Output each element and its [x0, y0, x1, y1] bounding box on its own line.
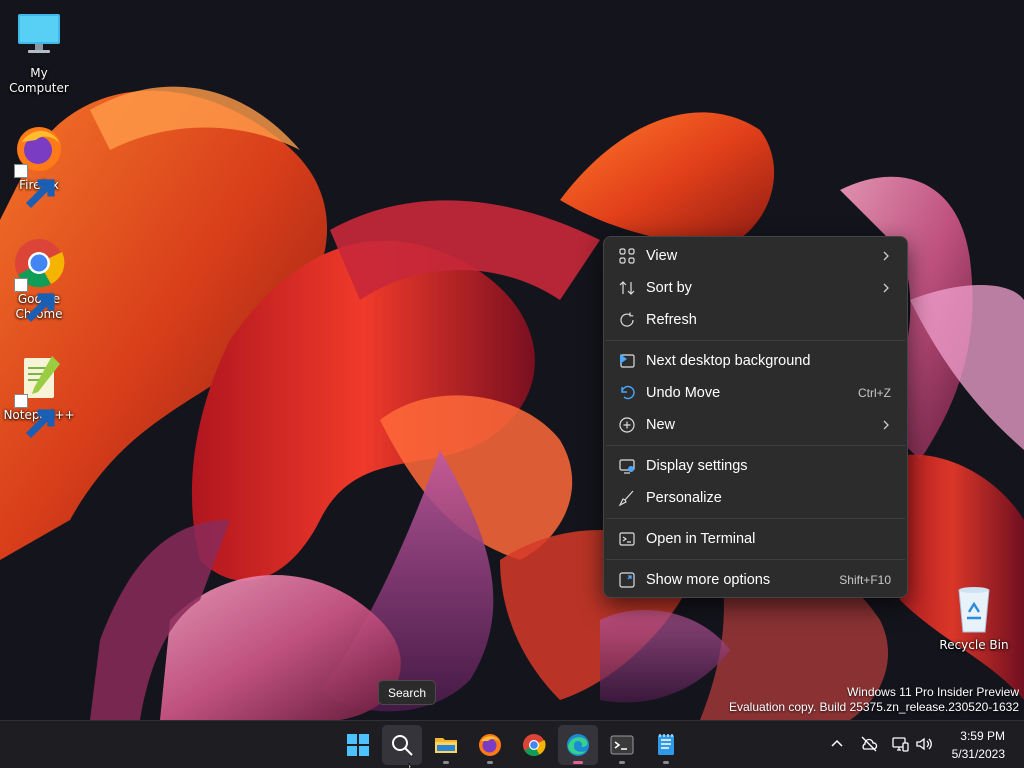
notepad-icon: [658, 734, 674, 755]
menu-item-label: Next desktop background: [646, 353, 811, 369]
menu-item-undo-move[interactable]: Undo Move Ctrl+Z: [604, 377, 907, 409]
running-indicator: [487, 761, 493, 764]
firefox-icon: [12, 122, 66, 209]
menu-item-new[interactable]: New: [604, 409, 907, 441]
menu-item-next-desktop-background[interactable]: Next desktop background: [604, 345, 907, 377]
menu-item-label: Open in Terminal: [646, 531, 756, 547]
search-button[interactable]: [382, 725, 422, 765]
edge-icon: [567, 734, 589, 756]
notepadpp-icon: [12, 352, 66, 439]
menu-item-open-in-terminal[interactable]: Open in Terminal: [604, 523, 907, 555]
taskbar: 3:59 PM 5/31/2023: [0, 720, 1024, 768]
menu-item-refresh[interactable]: Refresh: [604, 304, 907, 336]
menu-item-label: Refresh: [646, 312, 697, 328]
network-off-icon[interactable]: [858, 733, 880, 755]
shortcut-text: Ctrl+Z: [858, 386, 891, 400]
shortcut-arrow-icon: [14, 394, 55, 439]
undo-icon: [618, 384, 636, 402]
chevron-right-icon: [881, 409, 891, 441]
menu-item-label: View: [646, 248, 678, 264]
taskbar-firefox[interactable]: [470, 725, 510, 765]
desktop-icon-label: My Computer: [9, 66, 69, 95]
menu-item-label: Personalize: [646, 490, 722, 506]
shortcut-text: Shift+F10: [839, 573, 891, 587]
shortcut-arrow-icon: [14, 164, 55, 209]
menu-item-label: Sort by: [646, 280, 692, 296]
watermark-line-1: Windows 11 Pro Insider Preview: [847, 685, 1019, 699]
desktop-icon-firefox[interactable]: Firefox: [0, 122, 78, 209]
running-indicator: [443, 761, 449, 764]
menu-separator: [606, 340, 905, 341]
more-options-icon: [618, 571, 636, 589]
active-window-indicator: [573, 761, 583, 764]
menu-separator: [606, 445, 905, 446]
running-indicator: [619, 761, 625, 764]
desktop-icon-label: Recycle Bin: [939, 638, 1009, 652]
menu-item-label: New: [646, 417, 676, 433]
menu-item-label: Display settings: [646, 458, 748, 474]
chevron-right-icon: [881, 272, 891, 304]
clock-date: 5/31/2023: [951, 747, 1005, 761]
display-network-icon[interactable]: [889, 733, 911, 755]
desktop-context-menu: View Sort by Refresh Next desktop backgr…: [603, 236, 908, 598]
evaluation-watermark: Windows 11 Pro Insider Preview Evaluatio…: [729, 685, 1019, 715]
menu-item-sort-by[interactable]: Sort by: [604, 272, 907, 304]
taskbar-chrome[interactable]: [514, 725, 554, 765]
taskbar-notepad[interactable]: [646, 725, 686, 765]
volume-icon[interactable]: [913, 733, 935, 755]
taskbar-terminal[interactable]: [602, 725, 642, 765]
firefox-icon: [479, 734, 501, 756]
desktop-icon-my-computer[interactable]: My Computer: [0, 10, 78, 96]
search-icon: [392, 735, 413, 756]
grid-icon: [618, 247, 636, 265]
file-explorer-icon: [435, 738, 457, 753]
menu-item-view[interactable]: View: [604, 240, 907, 272]
taskbar-file-explorer[interactable]: [426, 725, 466, 765]
taskbar-clock[interactable]: 3:59 PM 5/31/2023: [952, 727, 1005, 763]
menu-item-display-settings[interactable]: Display settings: [604, 450, 907, 482]
display-settings-icon: [618, 457, 636, 475]
sort-icon: [618, 279, 636, 297]
taskbar-edge[interactable]: [558, 725, 598, 765]
refresh-icon: [618, 311, 636, 329]
recycle-bin-icon: [947, 582, 1001, 636]
shortcut-arrow-icon: [14, 278, 55, 323]
desktop-icon-google-chrome[interactable]: Google Chrome: [0, 236, 78, 323]
watermark-line-2: Evaluation copy. Build 25375.zn_release.…: [729, 700, 1019, 714]
new-plus-icon: [618, 416, 636, 434]
running-indicator: [663, 761, 669, 764]
chevron-right-icon: [881, 240, 891, 272]
start-icon: [347, 734, 369, 756]
clock-time: 3:59 PM: [960, 729, 1005, 743]
terminal-icon: [618, 530, 636, 548]
chrome-icon: [12, 236, 66, 323]
menu-separator: [606, 518, 905, 519]
chrome-icon: [523, 734, 546, 756]
brush-icon: [618, 489, 636, 507]
menu-item-personalize[interactable]: Personalize: [604, 482, 907, 514]
desktop-icon-recycle-bin[interactable]: Recycle Bin: [935, 582, 1013, 653]
menu-item-show-more-options[interactable]: Show more options Shift+F10: [604, 564, 907, 596]
search-tooltip: Search: [378, 680, 436, 705]
mouse-cursor-icon: [408, 763, 412, 768]
terminal-icon: [610, 735, 634, 755]
next-background-icon: [618, 352, 636, 370]
desktop-icon-notepadpp[interactable]: Notepad++: [0, 352, 78, 439]
start-button[interactable]: [338, 725, 378, 765]
chevron-up-icon[interactable]: [826, 733, 848, 755]
monitor-icon: [12, 10, 66, 64]
menu-separator: [606, 559, 905, 560]
